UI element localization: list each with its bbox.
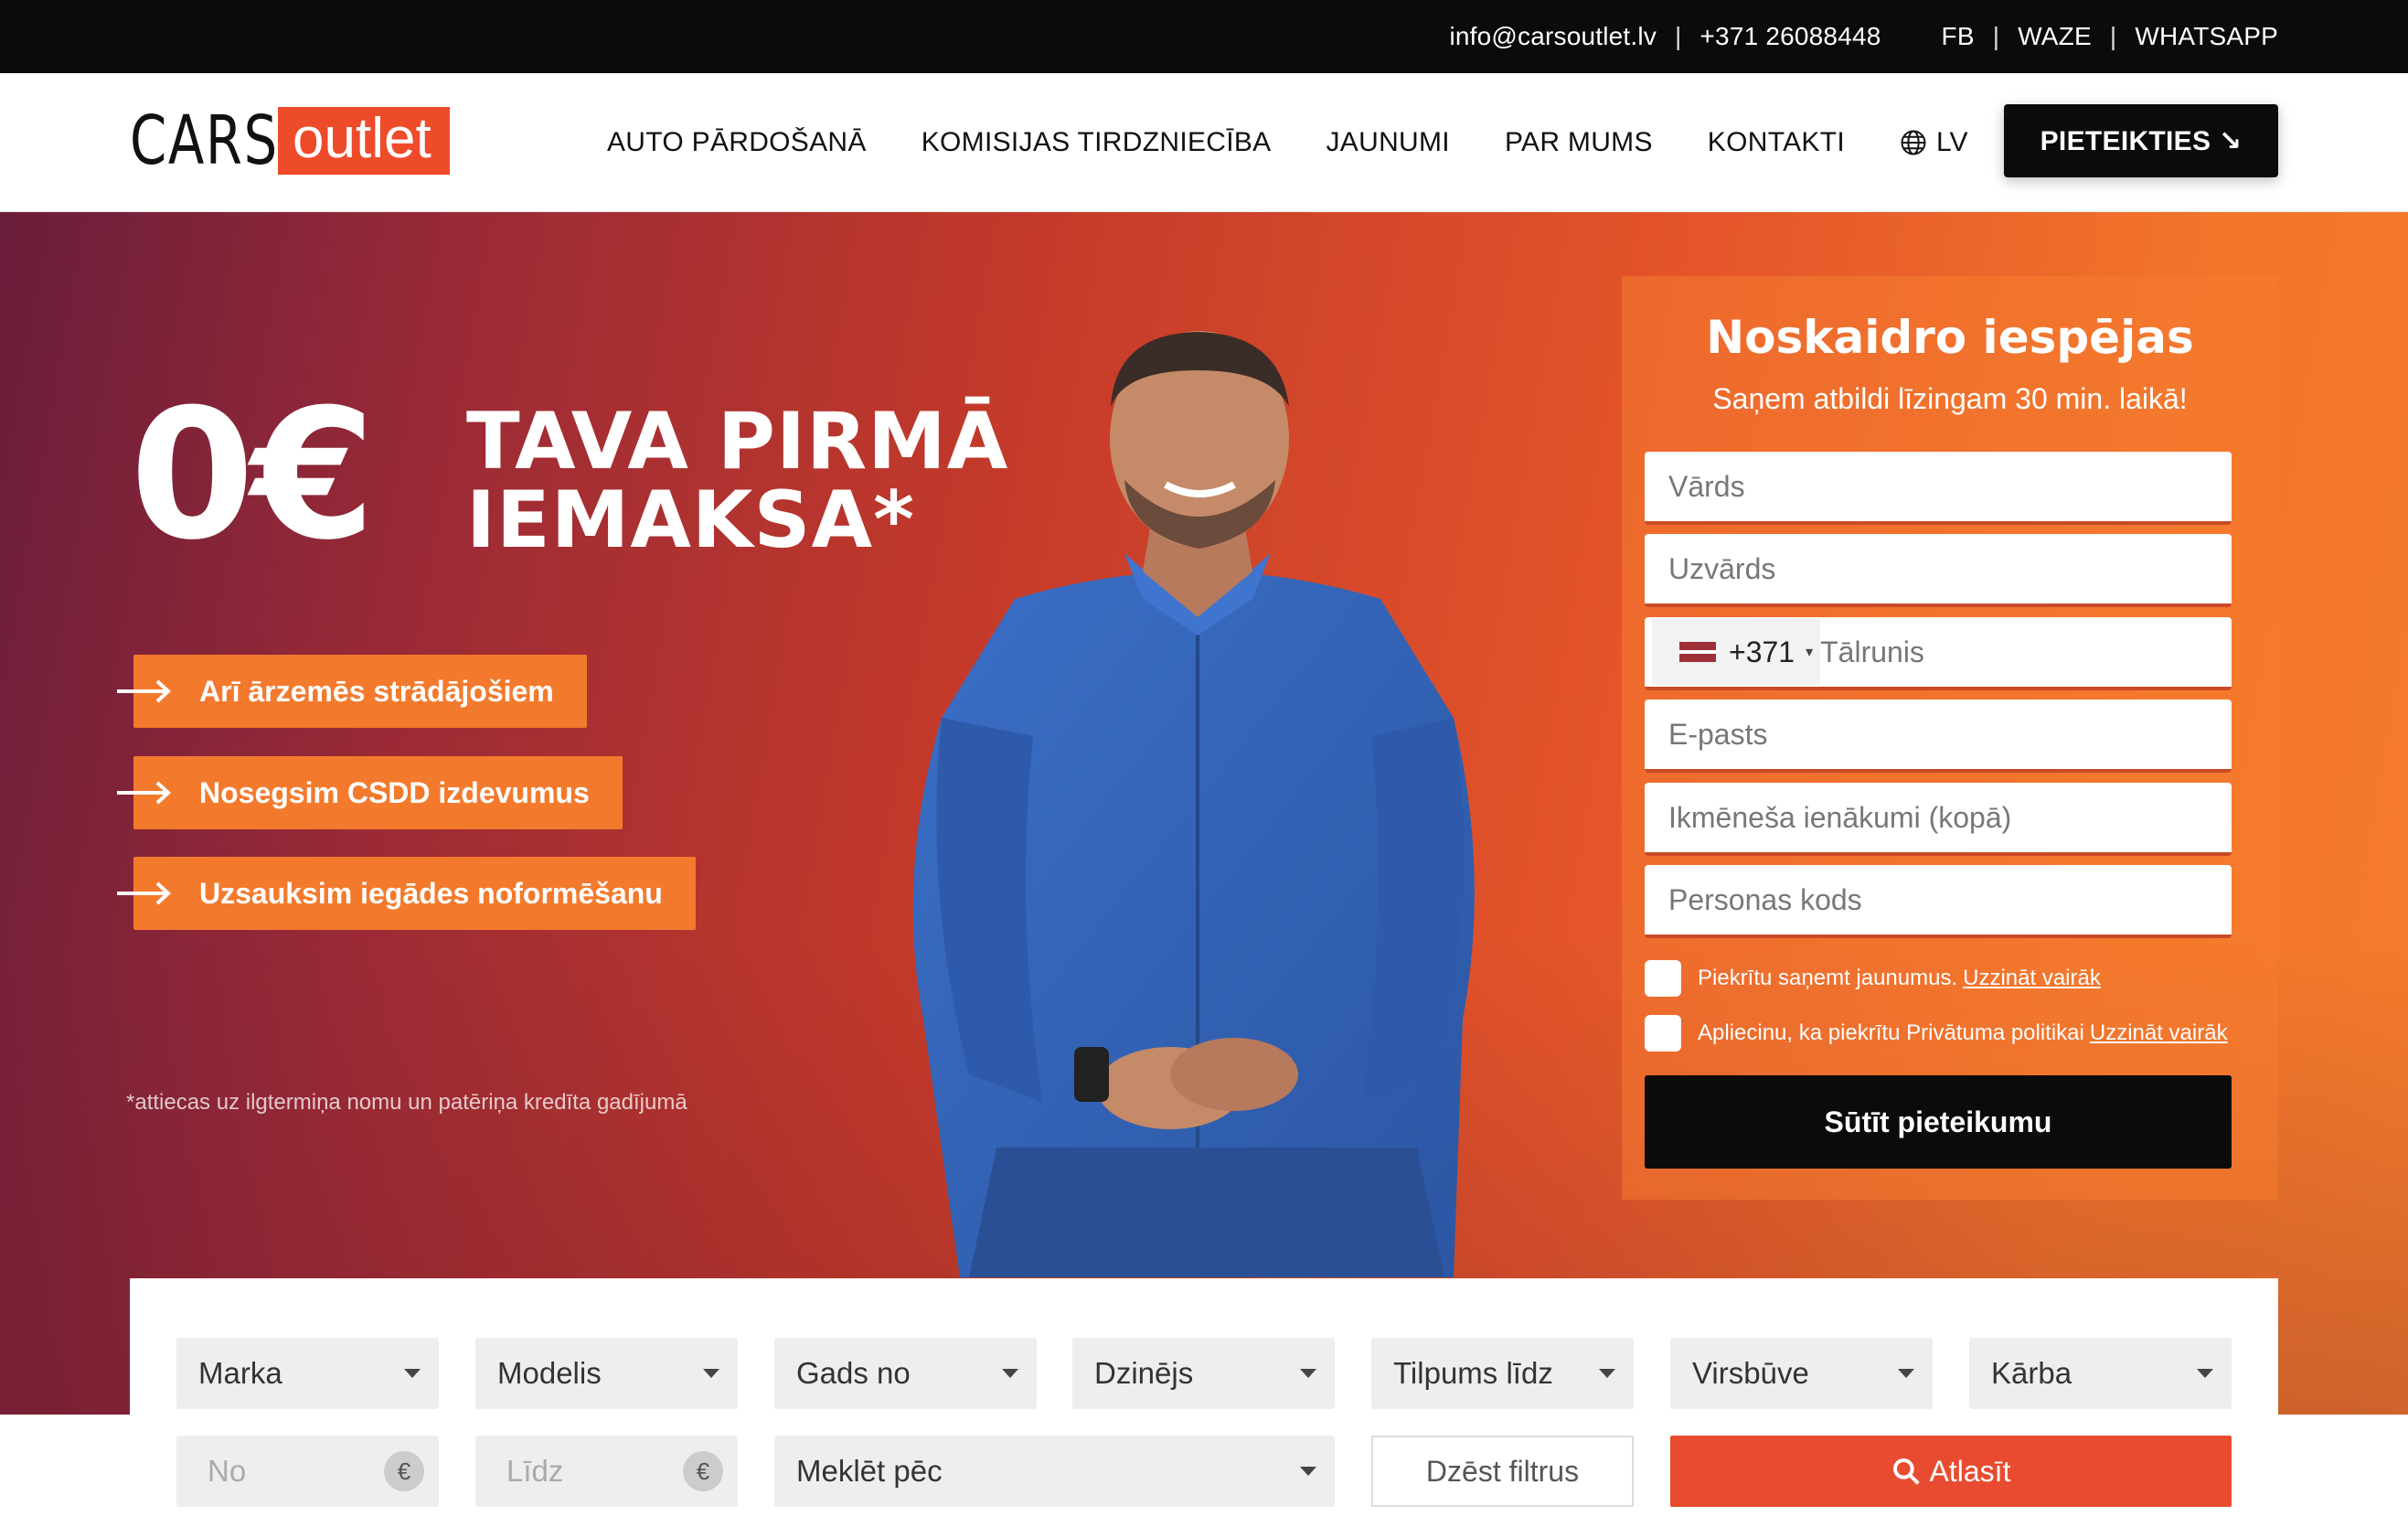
form-subtitle: Saņem atbildi līzingam 30 min. laikā! (1712, 382, 2188, 415)
consent-news-row: Piekrītu saņemt jaunumus. Uzzināt vairāk (1645, 960, 2101, 997)
body-type-select-value: Virsbūve (1692, 1356, 1809, 1390)
personal-code-field[interactable]: Personas kods (1645, 865, 2232, 938)
search-button-label: Atlasīt (1929, 1454, 2011, 1488)
income-field[interactable]: Ikmēneša ienākumi (kopā) (1645, 783, 2232, 856)
phone-prefix: +371 (1729, 635, 1795, 668)
phone-field[interactable]: +371 ▾ Tālrunis (1645, 617, 2232, 690)
last-name-placeholder: Uzvārds (1668, 551, 1776, 585)
caret-down-icon (1300, 1369, 1316, 1378)
year-from-select-value: Gads no (796, 1356, 911, 1390)
email-field[interactable]: E-pasts (1645, 700, 2232, 773)
gearbox-select-value: Kārba (1991, 1356, 2072, 1390)
euro-icon: € (384, 1451, 424, 1491)
globe-icon (1901, 130, 1926, 155)
benefit-pill: Arī ārzemēs strādājošiem (133, 655, 587, 728)
phone-placeholder: Tālrunis (1820, 635, 1924, 668)
nav-item-news[interactable]: JAUNUMI (1327, 127, 1450, 158)
salesman-photo (912, 331, 1475, 1277)
submit-application-button[interactable]: Sūtīt pieteikumu (1645, 1075, 2232, 1169)
euro-icon: € (683, 1451, 723, 1491)
caret-down-icon: ▾ (1806, 645, 1814, 660)
top-bar: info@carsoutlet.lv | +371 26088448 FB | … (0, 0, 2408, 73)
waze-link[interactable]: WAZE (2018, 22, 2092, 51)
price-to-input[interactable]: Līdz € (475, 1436, 738, 1507)
email-placeholder: E-pasts (1668, 717, 1768, 751)
engine-select-value: Dzinējs (1094, 1356, 1194, 1390)
benefit-pill: Uzsauksim iegādes noformēšanu (133, 857, 696, 930)
arrow-right-icon (115, 756, 174, 829)
first-name-field[interactable]: Vārds (1645, 452, 2232, 525)
language-switcher[interactable]: LV (1900, 127, 1967, 158)
consent-privacy-checkbox[interactable] (1645, 1015, 1681, 1052)
whatsapp-link[interactable]: WHATSAPP (2135, 22, 2278, 51)
model-select-value: Modelis (497, 1356, 602, 1390)
separator: | (1675, 22, 1682, 50)
consent-privacy-row: Apliecinu, ka piekrītu Privātuma politik… (1645, 1015, 2228, 1052)
hero-amount: 0€ (130, 371, 376, 580)
nav-item-contacts[interactable]: KONTAKTI (1708, 127, 1845, 158)
fb-link[interactable]: FB (1942, 22, 1975, 51)
year-from-select[interactable]: Gads no (774, 1338, 1037, 1409)
make-select[interactable]: Marka (176, 1338, 439, 1409)
make-select-value: Marka (198, 1356, 282, 1390)
separator: | (2109, 22, 2117, 50)
nav-item-about[interactable]: PAR MUMS (1505, 127, 1653, 158)
consent-news-checkbox[interactable] (1645, 960, 1681, 997)
caret-down-icon (2197, 1369, 2213, 1378)
arrow-right-icon (115, 655, 174, 728)
benefit-pill: Nosegsim CSDD izdevumus (133, 756, 623, 829)
body-type-select[interactable]: Virsbūve (1670, 1338, 1933, 1409)
caret-down-icon (703, 1369, 719, 1378)
arrow-right-icon (115, 857, 174, 930)
logo-outlet: outlet (278, 107, 450, 175)
language-label: LV (1936, 127, 1968, 157)
search-by-select-value: Meklēt pēc (796, 1454, 943, 1488)
search-by-select[interactable]: Meklēt pēc (774, 1436, 1335, 1507)
apply-button[interactable]: PIETEIKTIES ↘ (2004, 104, 2278, 177)
phone-link[interactable]: +371 26088448 (1700, 22, 1881, 51)
search-button[interactable]: Atlasīt (1670, 1436, 2232, 1507)
price-from-placeholder: No (208, 1454, 247, 1488)
site-logo[interactable]: CARS outlet (130, 101, 450, 180)
model-select[interactable]: Modelis (475, 1338, 738, 1409)
consent-privacy-label: Apliecinu, ka piekrītu Privātuma politik… (1698, 1020, 2084, 1045)
nav-item-auto-sales[interactable]: AUTO PĀRDOŠANĀ (607, 127, 867, 158)
caret-down-icon (1898, 1369, 1914, 1378)
consent-news-label: Piekrītu saņemt jaunumus. (1698, 966, 1958, 990)
hero-footnote: *attiecas uz ilgtermiņa nomu un patēriņa… (126, 1090, 687, 1115)
caret-down-icon (1002, 1369, 1018, 1378)
nav-item-commission[interactable]: KOMISIJAS TIRDZNIECĪBA (922, 127, 1272, 158)
search-icon (1892, 1458, 1920, 1485)
first-name-placeholder: Vārds (1668, 469, 1745, 503)
main-nav: AUTO PĀRDOŠANĀ KOMISIJAS TIRDZNIECĪBA JA… (607, 73, 1967, 212)
latvia-flag-icon (1679, 642, 1716, 662)
clear-filters-button[interactable]: Dzēst filtrus (1371, 1436, 1634, 1507)
consent-news-more-link[interactable]: Uzzināt vairāk (1963, 966, 2101, 991)
main-header: CARS outlet AUTO PĀRDOŠANĀ KOMISIJAS TIR… (0, 73, 2408, 212)
caret-down-icon (404, 1369, 421, 1378)
engine-select[interactable]: Dzinējs (1072, 1338, 1335, 1409)
form-title: Noskaidro iespējas (1706, 311, 2194, 364)
separator: | (1992, 22, 2000, 50)
top-contacts: info@carsoutlet.lv | +371 26088448 FB | … (1449, 0, 2278, 73)
last-name-field[interactable]: Uzvārds (1645, 534, 2232, 607)
consent-privacy-more-link[interactable]: Uzzināt vairāk (2090, 1020, 2228, 1046)
logo-cars: CARS (130, 101, 279, 180)
price-from-input[interactable]: No € (176, 1436, 439, 1507)
caret-down-icon (1599, 1369, 1615, 1378)
phone-country-select[interactable]: +371 ▾ (1652, 619, 1821, 685)
price-to-placeholder: Līdz (506, 1454, 564, 1488)
gearbox-select[interactable]: Kārba (1969, 1338, 2232, 1409)
income-placeholder: Ikmēneša ienākumi (kopā) (1668, 800, 2012, 834)
personal-code-placeholder: Personas kods (1668, 882, 1862, 916)
caret-down-icon (1300, 1467, 1316, 1476)
volume-to-select-value: Tilpums līdz (1393, 1356, 1553, 1390)
volume-to-select[interactable]: Tilpums līdz (1371, 1338, 1634, 1409)
email-link[interactable]: info@carsoutlet.lv (1449, 22, 1657, 51)
